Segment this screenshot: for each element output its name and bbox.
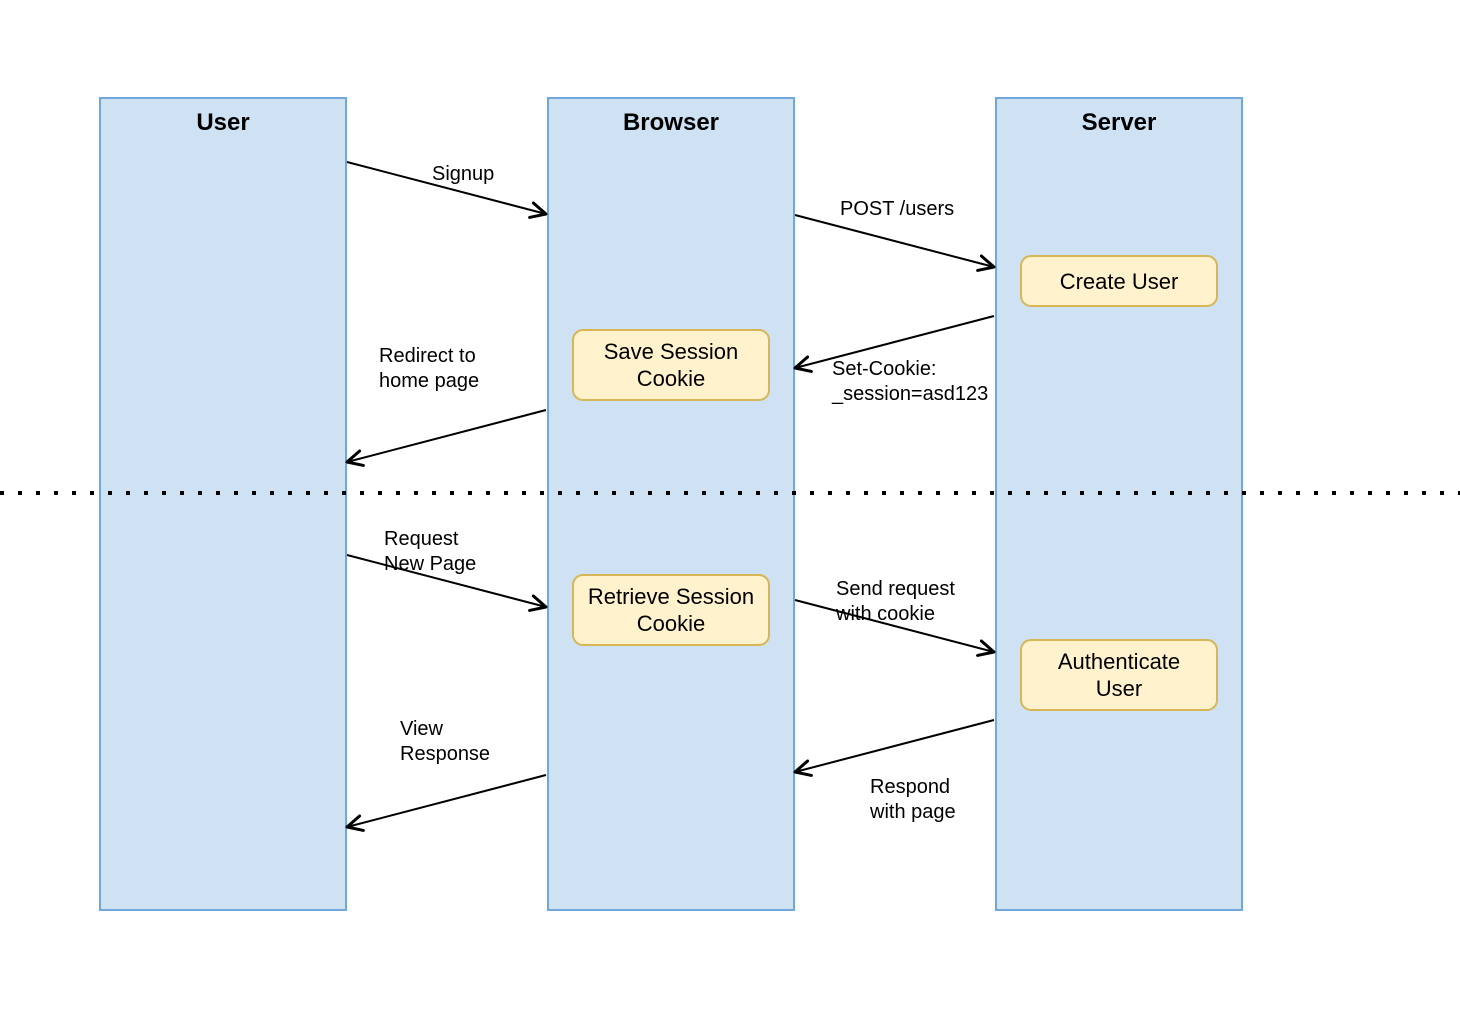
arrow-redirect: Redirect to home page	[347, 345, 546, 462]
lane-server-title: Server	[1082, 109, 1157, 136]
label-redirect-2: home page	[379, 370, 479, 392]
arrow-send-request: Send request with cookie	[795, 578, 994, 652]
label-set-cookie-2: _session=asd123	[831, 383, 988, 405]
label-signup: Signup	[432, 163, 494, 185]
label-set-cookie-1: Set-Cookie:	[832, 358, 937, 380]
lane-browser-title: Browser	[623, 109, 719, 136]
activity-retrieve-cookie-l2: Cookie	[637, 611, 705, 636]
activity-save-cookie-l1: Save Session	[604, 339, 739, 364]
lane-server: Server	[996, 98, 1242, 910]
activity-retrieve-cookie-l1: Retrieve Session	[588, 584, 754, 609]
lane-user: User	[100, 98, 346, 910]
label-post-users: POST /users	[840, 198, 954, 220]
sequence-diagram: User Browser Server Signup POST /users C…	[0, 0, 1460, 1022]
label-view-1: View	[400, 718, 444, 740]
label-request-2: New Page	[384, 553, 476, 575]
activity-auth-user-l1: Authenticate	[1058, 649, 1180, 674]
label-send-req-2: with cookie	[835, 603, 935, 625]
label-send-req-1: Send request	[836, 578, 955, 600]
activity-retrieve-cookie: Retrieve Session Cookie	[573, 575, 769, 645]
arrow-view-response: View Response	[347, 718, 546, 827]
activity-save-cookie-l2: Cookie	[637, 366, 705, 391]
activity-create-user-label: Create User	[1060, 269, 1179, 294]
label-view-2: Response	[400, 743, 490, 765]
arrow-signup: Signup	[347, 162, 546, 214]
label-request-1: Request	[384, 528, 459, 550]
activity-auth-user-l2: User	[1096, 676, 1142, 701]
activity-save-cookie: Save Session Cookie	[573, 330, 769, 400]
lane-user-title: User	[196, 109, 249, 136]
activity-authenticate-user: Authenticate User	[1021, 640, 1217, 710]
arrow-post-users: POST /users	[795, 198, 994, 267]
label-redirect-1: Redirect to	[379, 345, 476, 367]
label-respond-2: with page	[869, 801, 956, 823]
activity-create-user: Create User	[1021, 256, 1217, 306]
label-respond-1: Respond	[870, 776, 950, 798]
arrow-respond-page: Respond with page	[795, 720, 994, 823]
arrow-request-page: Request New Page	[347, 528, 546, 607]
arrow-set-cookie: Set-Cookie: _session=asd123	[795, 316, 994, 405]
lane-browser: Browser	[548, 98, 794, 910]
